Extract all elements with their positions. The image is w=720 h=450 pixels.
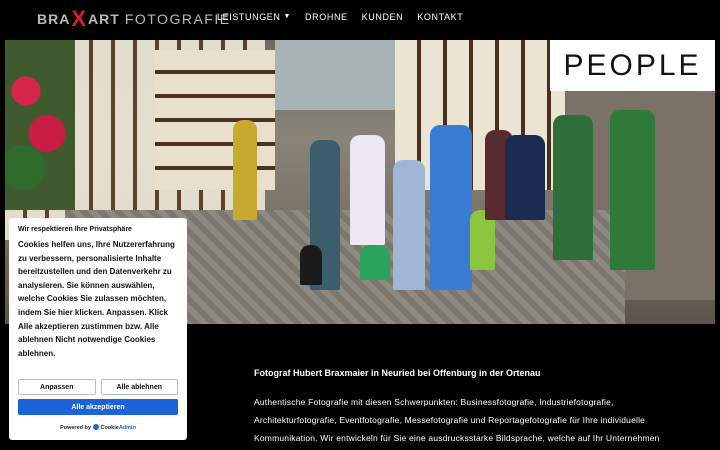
intro-section: Fotograf Hubert Braxmaier in Neuried bei… — [254, 368, 694, 447]
people-badge: PEOPLE — [550, 40, 715, 91]
nav-item-kunden[interactable]: KUNDEN — [362, 12, 404, 22]
logo-text-art: ART — [88, 11, 120, 27]
cookie-button-row: Anpassen Alle ablehnen — [18, 379, 178, 395]
hero-person-figure — [393, 160, 425, 290]
intro-heading: Fotograf Hubert Braxmaier in Neuried bei… — [254, 368, 541, 378]
accept-all-button[interactable]: Alle akzeptieren — [18, 399, 178, 415]
hero-person-figure — [233, 120, 257, 220]
hero-dog — [300, 245, 322, 285]
hero-flowers — [5, 40, 75, 210]
powered-brand-admin: Admin — [118, 425, 136, 431]
main-nav: LEISTUNGEN ▼ DROHNE KUNDEN KONTAKT — [217, 12, 463, 22]
chevron-down-icon: ▼ — [283, 12, 292, 20]
cookie-consent-banner: Wir respektieren Ihre Privatsphäre Cooki… — [9, 218, 187, 440]
logo-text-bra: BRA — [37, 11, 71, 27]
nav-item-label: KONTAKT — [417, 12, 464, 22]
people-badge-label: PEOPLE — [563, 48, 702, 82]
customize-button[interactable]: Anpassen — [18, 379, 96, 395]
logo-x-mark: X — [71, 6, 88, 31]
hero-soldier-figure — [610, 110, 655, 270]
site-header: BRA X ART FOTOGRAFIE LEISTUNGEN ▼ DROHNE KUN… — [0, 0, 720, 38]
reject-all-button[interactable]: Alle ablehnen — [100, 379, 178, 395]
cookie-powered-by[interactable]: Powered by CookieAdmin — [9, 424, 187, 431]
powered-by-label: Powered by — [60, 425, 91, 431]
hero-soldier-figure — [553, 115, 593, 260]
cookieadmin-icon — [93, 424, 100, 430]
nav-item-label: DROHNE — [305, 12, 348, 22]
nav-item-drohne[interactable]: DROHNE — [305, 12, 348, 22]
intro-paragraph: Authentische Fotografie mit diesen Schwe… — [254, 397, 660, 443]
hero-person-figure — [350, 135, 385, 245]
hero-person-figure — [430, 125, 472, 290]
logo-text-fotografie: FOTOGRAFIE — [124, 11, 231, 27]
nav-item-label: LEISTUNGEN — [217, 12, 281, 22]
cookie-title: Wir respektieren Ihre Privatsphäre — [18, 226, 132, 233]
nav-item-label: KUNDEN — [361, 12, 404, 22]
hero-suitcase-green — [360, 245, 390, 280]
site-logo[interactable]: BRA X ART FOTOGRAFIE — [37, 8, 231, 30]
hero-half-timbered-house-center — [155, 50, 275, 190]
cookie-text: Cookies helfen uns, Ihre Nutzererfahrung… — [18, 240, 175, 358]
powered-brand-cookie: Cookie — [100, 425, 119, 431]
hero-person-figure — [505, 135, 545, 220]
nav-item-leistungen[interactable]: LEISTUNGEN ▼ — [217, 12, 291, 22]
nav-item-kontakt[interactable]: KONTAKT — [417, 12, 463, 22]
